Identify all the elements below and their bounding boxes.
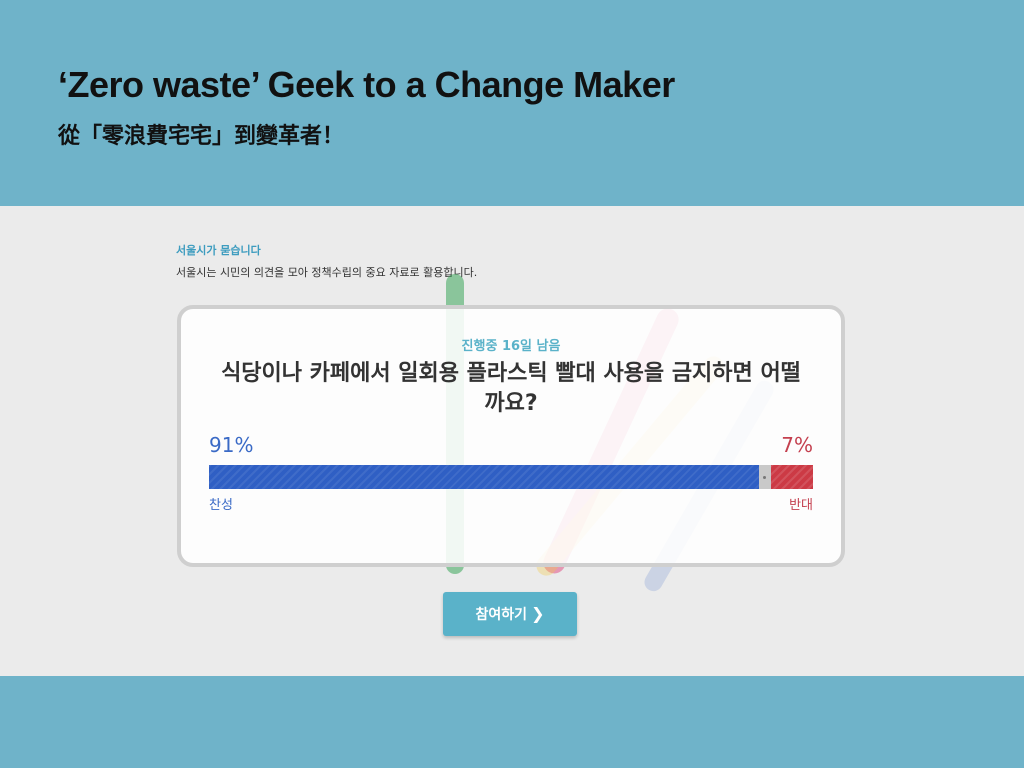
poll-card: 진행중 16일 남음 식당이나 카페에서 일회용 플라스틱 빨대 사용을 금지하…: [177, 305, 845, 567]
poll-status: 진행중 16일 남음: [461, 339, 561, 354]
seoul-asks-description: 서울시는 시민의 의견을 모아 정책수립의 중요 자료로 활용합니다.: [176, 266, 478, 279]
slide-subtitle: 從「零浪費宅宅」到變革者！: [58, 124, 345, 149]
chevron-right-icon: ❯: [531, 604, 545, 623]
neutral-bar-segment: [758, 465, 771, 489]
no-percent: 7%: [781, 433, 813, 457]
slide-title: ‘Zero waste’ Geek to a Change Maker: [58, 64, 675, 105]
result-bar: [209, 465, 813, 489]
yes-percent: 91%: [209, 433, 254, 457]
yes-bar-segment: [209, 465, 759, 489]
yes-label: 찬성: [209, 498, 233, 513]
slide-footer-band: [0, 676, 1024, 768]
participate-button[interactable]: 참여하기 ❯: [443, 592, 577, 636]
seoul-asks-label: 서울시가 묻습니다: [176, 244, 261, 257]
no-bar-segment: [770, 465, 813, 489]
participate-label: 참여하기: [475, 607, 528, 623]
poll-question: 식당이나 카페에서 일회용 플라스틱 빨대 사용을 금지하면 어떨까요?: [221, 361, 801, 416]
poll-screenshot: 서울시가 묻습니다 서울시는 시민의 의견을 모아 정책수립의 중요 자료로 활…: [0, 206, 1024, 676]
no-label: 반대: [789, 498, 813, 513]
